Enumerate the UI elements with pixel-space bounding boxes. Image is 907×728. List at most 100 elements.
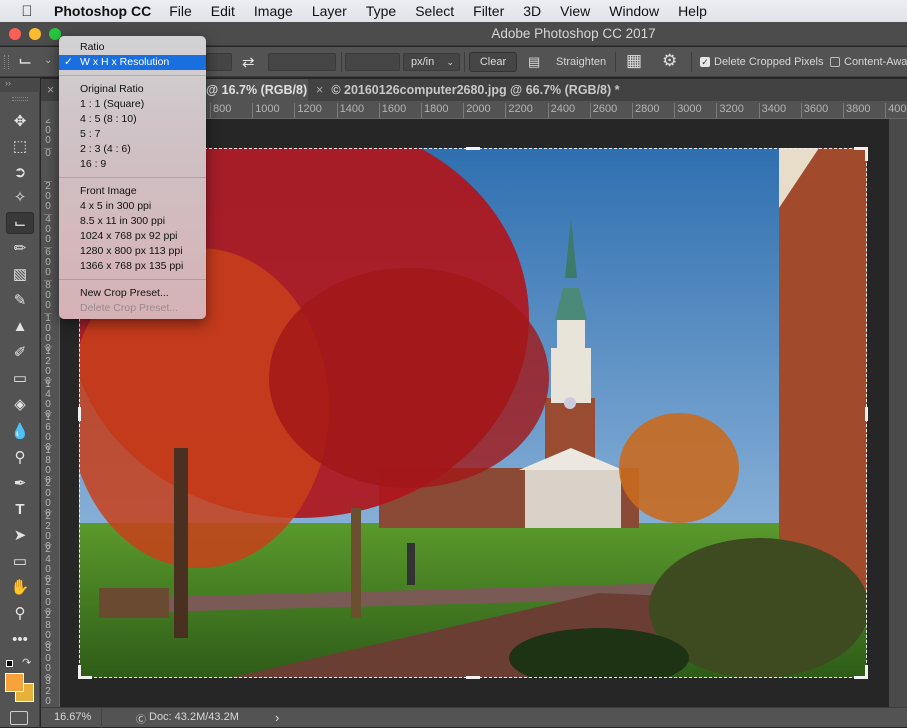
zoom-tool-icon[interactable]: ⚲ <box>6 603 34 625</box>
close-tab-icon[interactable]: × <box>41 79 60 101</box>
foreground-color-swatch[interactable] <box>5 673 24 692</box>
ruler-tick-label: 2800 <box>632 103 659 118</box>
menu-item-label: W x H x Resolution <box>80 56 170 68</box>
type-tool-icon[interactable]: T <box>6 499 34 521</box>
menu-filter[interactable]: Filter <box>473 3 504 19</box>
eraser-tool-icon[interactable]: ▭ <box>6 368 34 390</box>
resolution-unit-select[interactable]: px/in ⌄ <box>403 53 460 71</box>
rectangle-tool-icon[interactable]: ▭ <box>6 551 34 573</box>
marquee-tool-icon[interactable]: ⬚ <box>6 136 34 158</box>
menu-item-16-9[interactable]: 16 : 9 <box>59 157 206 172</box>
menu-item-delete-crop-preset: Delete Crop Preset... <box>80 302 179 314</box>
ruler-tick-label: 3200 <box>716 103 744 118</box>
crop-handle-bottom-right[interactable] <box>854 665 868 679</box>
path-selection-tool-icon[interactable]: ➤ <box>6 525 34 547</box>
tab-label: @ 16.7% (RGB/8) <box>206 83 308 97</box>
resolution-unit-value: px/in <box>411 56 435 68</box>
menu-item-1-1[interactable]: 1 : 1 (Square) <box>59 97 206 112</box>
ruler-tick-label: 1800 <box>421 103 448 118</box>
crop-handle-bottom[interactable] <box>466 665 480 679</box>
straighten-icon[interactable]: ▤ <box>528 54 540 70</box>
menu-item-5-7[interactable]: 5 : 7 <box>59 127 206 142</box>
menu-type[interactable]: Type <box>366 3 396 19</box>
menu-layer[interactable]: Layer <box>312 3 347 19</box>
menu-item-1024x768[interactable]: 1024 x 768 px 92 ppi <box>59 229 206 244</box>
tools-panel: ›› ✥ ⬚ ➲ ✧ ⌙ ✏ ▧ ✎ ▲ ✐ ▭ ◈ 💧 ⚲ ✒ T ➤ ▭ ✋… <box>0 78 40 727</box>
menu-item-2-3[interactable]: 2 : 3 (4 : 6) <box>59 142 206 157</box>
menu-divider <box>59 177 206 178</box>
dodge-tool-icon[interactable]: ⚲ <box>6 447 34 469</box>
pen-tool-icon[interactable]: ✒ <box>6 473 34 495</box>
menu-item-front-image[interactable]: Front Image <box>59 184 206 199</box>
crop-handle-top[interactable] <box>466 147 480 161</box>
menu-item-8-5x11-300[interactable]: 8.5 x 11 in 300 ppi <box>59 214 206 229</box>
crop-handle-right[interactable] <box>854 407 868 421</box>
clear-button[interactable]: Clear <box>469 52 517 72</box>
ruler-origin[interactable] <box>41 101 60 119</box>
move-tool-icon[interactable]: ✥ <box>6 111 34 133</box>
more-tools-icon[interactable]: ••• <box>6 629 34 651</box>
history-brush-tool-icon[interactable]: ✐ <box>6 342 34 364</box>
ruler-tick-label: 2 0 0 <box>44 119 52 146</box>
ruler-tick-label: 8 0 0 <box>44 280 52 311</box>
menu-view[interactable]: View <box>560 3 590 19</box>
menu-select[interactable]: Select <box>415 3 454 19</box>
swap-dimensions-icon[interactable]: ⇄ <box>242 53 255 71</box>
menu-header-ratio[interactable]: Ratio <box>59 40 206 55</box>
crop-tool-preset-icon[interactable]: ⌙ <box>18 51 32 71</box>
menu-item-wxhxresolution[interactable]: ✓ W x H x Resolution <box>59 55 206 70</box>
blur-tool-icon[interactable]: 💧 <box>6 421 34 443</box>
chevron-right-icon[interactable]: › <box>275 710 279 725</box>
crop-handle-top-right[interactable] <box>854 147 868 161</box>
gear-icon[interactable]: ⚙ <box>662 51 677 71</box>
crop-preset-menu: Ratio ✓ W x H x Resolution Original Ratio… <box>59 36 206 319</box>
straighten-button[interactable]: Straighten <box>556 56 606 68</box>
resolution-input[interactable] <box>345 53 400 71</box>
menu-file[interactable]: File <box>169 3 192 19</box>
hand-tool-icon[interactable]: ✋ <box>6 577 34 599</box>
menu-item-1366x768[interactable]: 1366 x 768 px 135 ppi <box>59 259 206 274</box>
brush-tool-icon[interactable]: ✎ <box>6 290 34 312</box>
menu-item-original-ratio[interactable]: Original Ratio <box>59 82 206 97</box>
paint-bucket-tool-icon[interactable]: ◈ <box>6 394 34 416</box>
healing-brush-tool-icon[interactable]: ▧ <box>6 264 34 286</box>
menu-item-4-5[interactable]: 4 : 5 (8 : 10) <box>59 112 206 127</box>
menu-help[interactable]: Help <box>678 3 707 19</box>
close-tab-icon[interactable]: × <box>316 83 323 97</box>
default-colors-icon[interactable] <box>6 660 13 667</box>
crop-handle-left[interactable] <box>78 407 92 421</box>
vertical-scrollbar[interactable] <box>889 119 907 707</box>
apple-icon[interactable]:  <box>0 3 54 20</box>
menu-image[interactable]: Image <box>254 3 293 19</box>
menu-item-4x5-300[interactable]: 4 x 5 in 300 ppi <box>59 199 206 214</box>
vertical-ruler[interactable]: 2 0 002 0 04 0 06 0 08 0 01 0 0 01 2 0 0… <box>41 119 60 707</box>
tab-document-2[interactable]: × © 20160126computer2680.jpg @ 66.7% (RGB… <box>316 79 620 101</box>
menu-app-name[interactable]: Photoshop CC <box>54 3 151 19</box>
menu-divider <box>59 279 206 280</box>
magic-wand-tool-icon[interactable]: ✧ <box>6 187 34 209</box>
doc-size: Doc: 43.2M/43.2M <box>149 711 239 723</box>
chevron-down-icon[interactable]: ⌄ <box>44 55 52 66</box>
menu-item-new-crop-preset[interactable]: New Crop Preset... <box>59 286 206 301</box>
lasso-tool-icon[interactable]: ➲ <box>6 162 34 184</box>
collapse-panel-icon[interactable]: ›› <box>0 78 40 92</box>
menu-item-1280x800[interactable]: 1280 x 800 px 113 ppi <box>59 244 206 259</box>
height-input[interactable] <box>268 53 336 71</box>
swap-colors-icon[interactable]: ↷ <box>22 656 31 669</box>
ruler-tick-label: 1400 <box>336 103 364 118</box>
quick-mask-icon[interactable] <box>10 711 28 725</box>
content-aware-label: Content-Aware <box>844 56 907 68</box>
menu-edit[interactable]: Edit <box>211 3 235 19</box>
copyright-icon: Ⓒ <box>136 715 146 726</box>
clone-stamp-tool-icon[interactable]: ▲ <box>6 316 34 338</box>
eyedropper-tool-icon[interactable]: ✏ <box>6 238 34 260</box>
overlay-grid-icon[interactable]: ▦ <box>626 51 642 71</box>
menu-3d[interactable]: 3D <box>523 3 541 19</box>
crop-tool-icon[interactable]: ⌙ <box>6 212 34 234</box>
crop-handle-bottom-left[interactable] <box>78 665 92 679</box>
delete-cropped-checkbox[interactable]: ✓ <box>700 57 710 67</box>
width-input[interactable] <box>206 53 232 71</box>
content-aware-checkbox[interactable] <box>830 57 840 67</box>
menu-window[interactable]: Window <box>609 3 659 19</box>
zoom-level[interactable]: 16.67% <box>54 711 91 723</box>
